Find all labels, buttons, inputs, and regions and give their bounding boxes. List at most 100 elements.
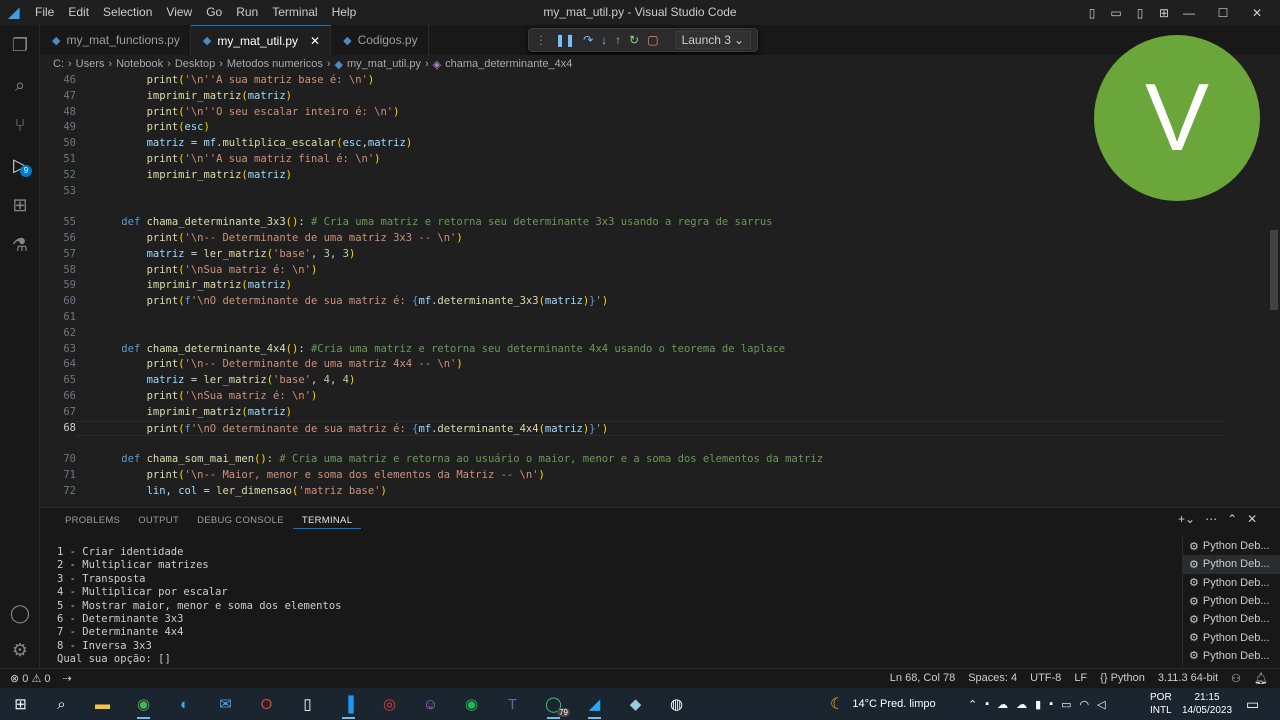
run-debug-icon[interactable]: ▷ 9 (0, 145, 40, 185)
breadcrumb-item[interactable]: Metodos numericos (227, 58, 323, 70)
tab-my-mat-util[interactable]: ◆ my_mat_util.py ✕ (190, 25, 332, 55)
tab-codigos[interactable]: ◆ Codigos.py (331, 25, 429, 55)
more-actions-icon[interactable]: ⋯ (1205, 512, 1217, 526)
search-icon[interactable]: ⌕ (0, 65, 40, 105)
input-language[interactable]: POR INTL (1150, 688, 1172, 720)
terminal-instance[interactable]: ⚙ Python Deb... (1183, 610, 1280, 628)
tab-output[interactable]: OUTPUT (129, 513, 188, 529)
tab-terminal[interactable]: TERMINAL (292, 513, 362, 529)
toggle-sidebar-icon[interactable]: ▯ (1080, 6, 1104, 20)
problems-status[interactable]: ⊗ 0 ⚠ 0 (10, 672, 51, 685)
chrome-icon[interactable]: ◉ (123, 688, 164, 720)
step-over-icon[interactable]: ↷ (583, 33, 593, 47)
manage-gear-icon[interactable]: ⚙ (0, 630, 40, 670)
menu-file[interactable]: File (28, 0, 61, 25)
launch-config-select[interactable]: Launch 3 ⌄ (674, 31, 751, 49)
terminal-output[interactable]: 1 - Criar identidade 2 - Multiplicar matr… (57, 546, 341, 667)
editor-scroll-thumb[interactable] (1270, 230, 1278, 310)
tab-problems[interactable]: PROBLEMS (56, 513, 129, 529)
restart-icon[interactable]: ↻ (629, 33, 639, 47)
breadcrumb-item[interactable]: Desktop (175, 58, 215, 70)
taskbar-search-icon[interactable]: ⌕ (41, 688, 82, 720)
minimize-icon[interactable]: — (1172, 6, 1206, 20)
volume-icon[interactable]: ◁ (1097, 698, 1105, 711)
feedback-icon[interactable]: ⚇ (1231, 672, 1241, 685)
encoding[interactable]: UTF-8 (1030, 672, 1061, 685)
notepad-icon[interactable]: ▯ (287, 688, 328, 720)
new-terminal-icon[interactable]: +⌄ (1178, 512, 1195, 526)
menu-run[interactable]: Run (229, 0, 265, 25)
accounts-icon[interactable]: ◯ (0, 593, 40, 633)
mail-icon[interactable]: ✉ (205, 688, 246, 720)
tab-my-mat-functions[interactable]: ◆ my_mat_functions.py (40, 25, 191, 55)
opera-gx-icon[interactable]: ◎ (369, 688, 410, 720)
end-of-line[interactable]: LF (1074, 672, 1087, 685)
python-interpreter[interactable]: 3.11.3 64-bit (1158, 672, 1218, 685)
terminal-instance[interactable]: ⚙ Python Deb... (1183, 628, 1280, 646)
toggle-panel-icon[interactable]: ▭ (1104, 6, 1128, 20)
menu-help[interactable]: Help (325, 0, 364, 25)
tray-app2-icon[interactable]: ▪ (1049, 698, 1053, 710)
webcam-avatar: V (1094, 35, 1260, 201)
teams-icon[interactable]: T (492, 688, 533, 720)
onedrive-icon[interactable]: ☁ (997, 698, 1008, 711)
step-out-icon[interactable]: ↑ (615, 33, 621, 47)
discord-icon[interactable]: ☺ (410, 688, 451, 720)
maximize-panel-icon[interactable]: ⌃ (1227, 512, 1237, 526)
toggle-secondary-sidebar-icon[interactable]: ▯ (1128, 6, 1152, 20)
menu-go[interactable]: Go (199, 0, 229, 25)
close-tab-icon[interactable]: ✕ (310, 34, 320, 48)
testing-icon[interactable]: ⚗ (0, 225, 40, 265)
tab-debug-console[interactable]: DEBUG CONSOLE (188, 513, 293, 529)
cloud-icon[interactable]: ☁ (1016, 698, 1027, 711)
app2-icon[interactable]: ◆ (615, 688, 656, 720)
breadcrumb-item[interactable]: Users (76, 58, 105, 70)
breadcrumb-item[interactable]: C: (53, 58, 64, 70)
mic-icon[interactable]: ▮ (1035, 698, 1041, 711)
menu-edit[interactable]: Edit (61, 0, 96, 25)
menu-view[interactable]: View (159, 0, 199, 25)
drag-handle-icon[interactable]: ⋮ (535, 33, 547, 47)
breadcrumb-item[interactable]: my_mat_util.py (347, 58, 421, 70)
vscode-taskbar-icon[interactable]: ◢ (574, 688, 615, 720)
step-into-icon[interactable]: ↓ (601, 33, 607, 47)
tray-app-icon[interactable]: ▪ (985, 698, 989, 710)
whatsapp-icon[interactable]: ◯ 79 (533, 688, 574, 720)
breadcrumb-item[interactable]: Notebook (116, 58, 163, 70)
maximize-icon[interactable]: ☐ (1206, 6, 1240, 20)
clock[interactable]: 21:15 14/05/2023 (1180, 688, 1234, 720)
terminal-instance[interactable]: ⚙ Python Deb... (1183, 647, 1280, 665)
debug-launch-icon[interactable]: ⇢ (63, 672, 72, 685)
battery-icon[interactable]: ▭ (1061, 698, 1071, 711)
menu-terminal[interactable]: Terminal (265, 0, 324, 25)
windows-start-icon[interactable]: ⊞ (0, 688, 41, 720)
breadcrumb-item[interactable]: chama_determinante_4x4 (445, 58, 572, 70)
pause-icon[interactable]: ❚❚ (555, 33, 575, 47)
language-mode[interactable]: {} Python (1100, 672, 1145, 685)
source-control-icon[interactable]: ⑂ (0, 105, 40, 145)
spotify-icon[interactable]: ◉ (451, 688, 492, 720)
edge-icon[interactable]: ◐ (164, 688, 205, 720)
code-editor[interactable]: 46 print('\n''A sua matriz base é: \n') … (40, 73, 1268, 507)
close-panel-icon[interactable]: ✕ (1247, 512, 1257, 526)
app-icon[interactable]: ▐ (328, 688, 369, 720)
notifications-icon[interactable]: 🔔︎ (1254, 672, 1268, 685)
github-icon[interactable]: ◍ (656, 688, 697, 720)
terminal-instance[interactable]: ⚙ Python Deb... (1183, 537, 1280, 555)
indentation[interactable]: Spaces: 4 (968, 672, 1017, 685)
cursor-position[interactable]: Ln 68, Col 78 (890, 672, 955, 685)
notification-center-icon[interactable]: ▭ (1246, 688, 1259, 720)
explorer-icon[interactable]: ❐ (0, 25, 40, 65)
close-window-icon[interactable]: ✕ (1240, 6, 1274, 20)
terminal-instance[interactable]: ⚙ Python Deb... (1183, 574, 1280, 592)
weather-widget[interactable]: ☾ 14°C Pred. limpo (830, 688, 936, 720)
menu-selection[interactable]: Selection (96, 0, 159, 25)
terminal-instance[interactable]: ⚙ Python Deb... (1183, 592, 1280, 610)
tray-chevron-icon[interactable]: ⌃ (968, 698, 977, 711)
opera-icon[interactable]: O (246, 688, 287, 720)
extensions-icon[interactable]: ⊞ (0, 185, 40, 225)
file-explorer-icon[interactable]: ▬ (82, 688, 123, 720)
terminal-instance[interactable]: ⚙ Python Deb... (1183, 555, 1280, 574)
wifi-icon[interactable]: ◠ (1080, 698, 1090, 711)
stop-icon[interactable]: ▢ (647, 33, 658, 47)
